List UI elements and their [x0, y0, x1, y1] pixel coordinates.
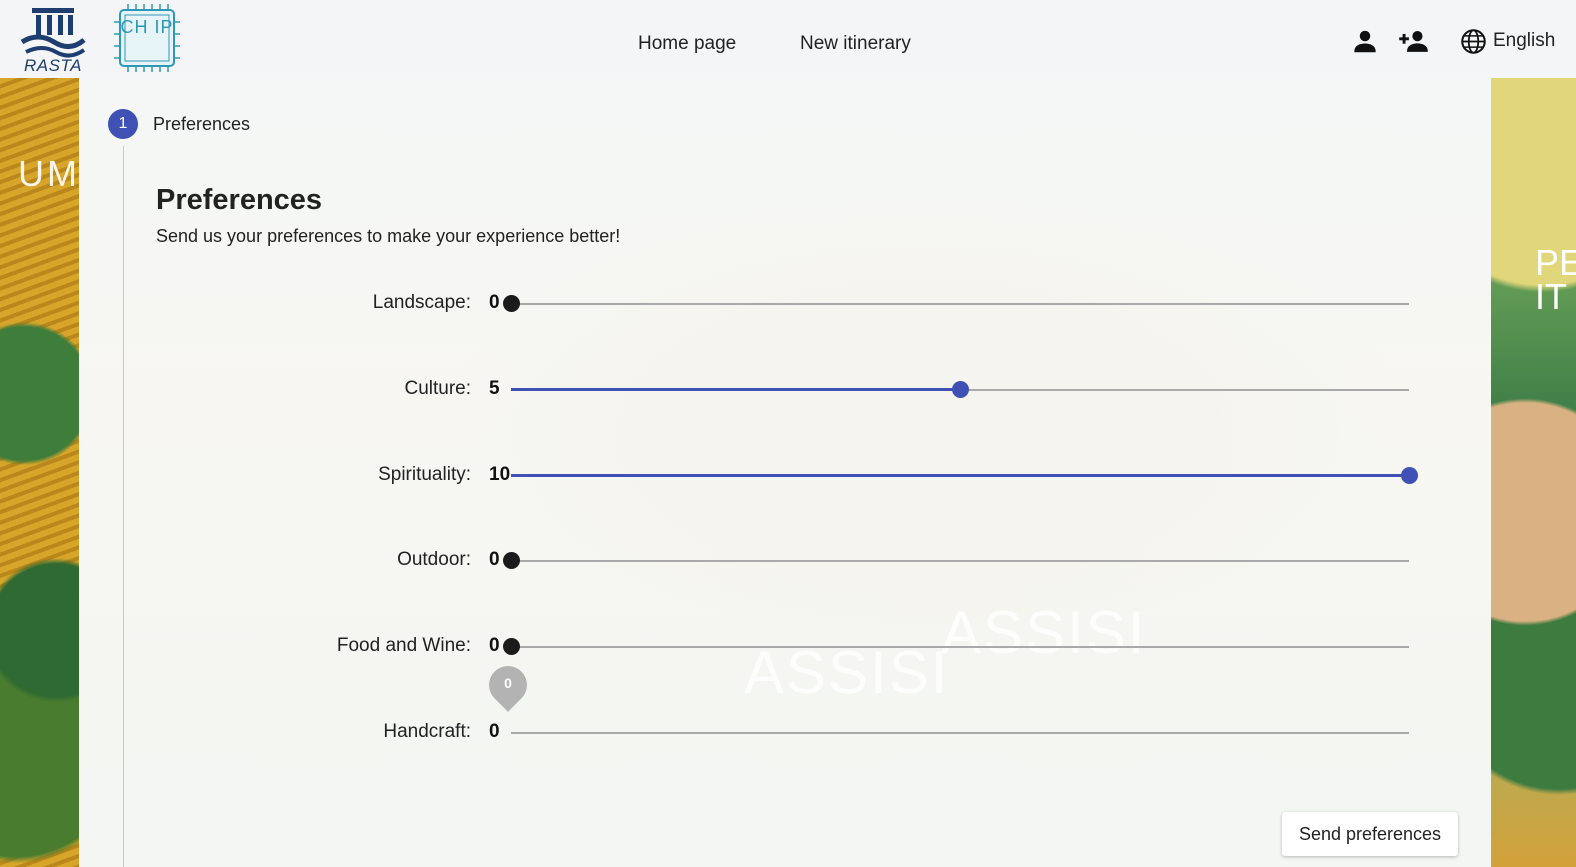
slider-value: 0 — [489, 635, 500, 656]
slider-label: Landscape: — [372, 292, 471, 313]
slider-label: Culture: — [404, 378, 471, 399]
slider-value: 10 — [489, 464, 511, 485]
stepper-connector-line — [123, 146, 124, 867]
slider-thumb[interactable] — [952, 381, 969, 398]
person-add-icon[interactable] — [1398, 26, 1432, 56]
slider-row-landscape: Landscape: 0 — [0, 282, 1576, 322]
slider-thumb[interactable] — [503, 552, 520, 569]
slider-row-outdoor: Outdoor: 0 — [0, 539, 1576, 579]
nav-new-itinerary[interactable]: New itinerary — [800, 33, 911, 55]
page-title: Preferences — [156, 184, 323, 216]
slider-thumb[interactable] — [503, 638, 520, 655]
slider-label: Food and Wine: — [336, 635, 471, 656]
language-selector[interactable]: English — [1460, 26, 1555, 56]
rasta-logo-text: RASTA — [24, 56, 82, 75]
slider-label: Outdoor: — [397, 549, 471, 570]
slider-row-handcraft: Handcraft: 0 0 — [0, 658, 1576, 751]
slider-track[interactable] — [511, 732, 1409, 734]
slider-tooltip-text: 0 — [504, 675, 512, 691]
slider-track[interactable] — [511, 560, 1409, 562]
slider-thumb[interactable] — [503, 295, 520, 312]
rasta-temple-icon — [20, 8, 86, 58]
slider-fill — [511, 388, 960, 391]
slider-row-spirituality: Spirituality: 10 — [0, 454, 1576, 494]
send-preferences-button[interactable]: Send preferences — [1282, 812, 1458, 856]
chip-logo[interactable]: CH IP — [110, 4, 184, 72]
nav-home-page[interactable]: Home page — [638, 33, 736, 55]
slider-value: 0 — [489, 721, 500, 742]
slider-track[interactable] — [511, 303, 1409, 305]
step-indicator: 1 — [108, 109, 138, 139]
slider-row-food-and-wine: Food and Wine: 0 — [0, 625, 1576, 665]
globe-icon — [1461, 28, 1486, 54]
slider-value: 0 — [489, 292, 500, 313]
language-label: English — [1493, 30, 1556, 51]
top-navigation-bar: RASTA CH IP Home page New itinerary Engl… — [0, 0, 1576, 78]
step-label: Preferences — [153, 114, 251, 134]
slider-value: 0 — [489, 549, 500, 570]
slider-thumb[interactable] — [1401, 467, 1418, 484]
slider-row-culture: Culture: 5 — [0, 368, 1576, 408]
slider-label: Handcraft: — [383, 721, 471, 742]
chip-logo-icon — [114, 4, 180, 72]
person-icon[interactable] — [1350, 26, 1380, 56]
slider-label: Spirituality: — [378, 464, 471, 485]
slider-track[interactable] — [511, 646, 1409, 648]
page-subtitle: Send us your preferences to make your ex… — [156, 226, 621, 246]
rasta-logo[interactable]: RASTA — [18, 6, 88, 75]
slider-fill — [511, 474, 1409, 477]
slider-value: 5 — [489, 378, 500, 399]
chip-logo-text: CH IP — [120, 17, 174, 37]
